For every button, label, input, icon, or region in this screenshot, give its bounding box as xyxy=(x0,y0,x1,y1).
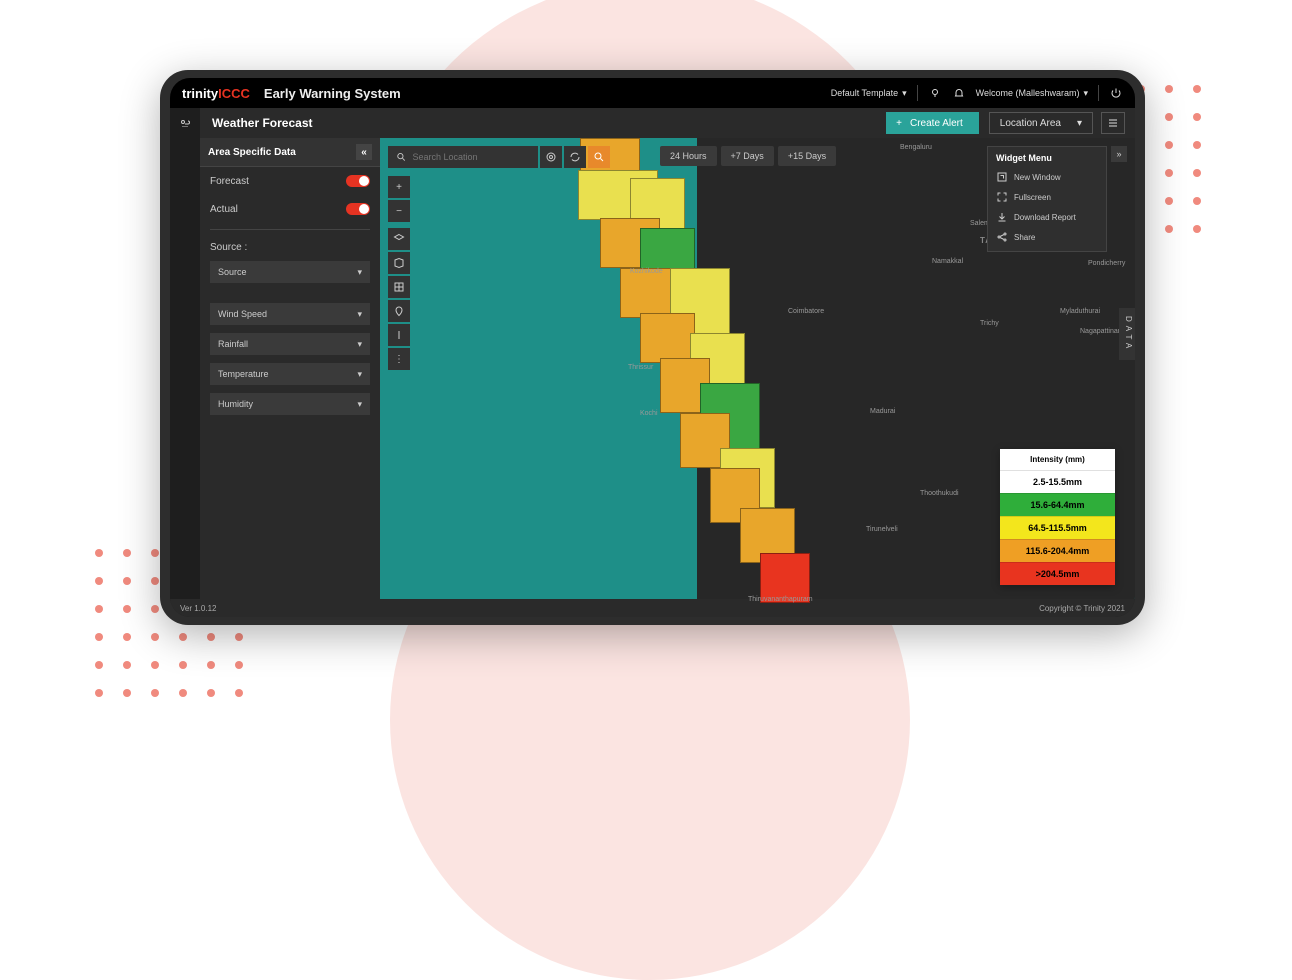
actual-toggle-row: Actual xyxy=(200,195,380,223)
city-label: Bengaluru xyxy=(900,144,932,151)
page-header: Weather Forecast + Create Alert Location… xyxy=(170,108,1135,138)
city-label: Namakkal xyxy=(932,258,963,265)
app-title: Early Warning System xyxy=(264,86,401,101)
copyright-label: Copyright © Trinity 2021 xyxy=(1039,604,1125,613)
version-label: Ver 1.0.12 xyxy=(180,604,216,613)
refresh-button[interactable] xyxy=(564,146,586,168)
rainfall-select[interactable]: Rainfall▾ xyxy=(210,333,370,355)
actual-toggle[interactable] xyxy=(346,203,370,215)
time-range-tabs: 24 Hours +7 Days +15 Days xyxy=(660,146,836,166)
map-tool-layers[interactable] xyxy=(388,228,410,250)
left-nav-rail xyxy=(170,138,200,599)
new-window-icon xyxy=(996,171,1008,183)
city-label: Thoothukudi xyxy=(920,490,959,497)
legend-row: 64.5-115.5mm xyxy=(1000,516,1115,539)
city-label: Tirunelveli xyxy=(866,526,898,533)
locate-button[interactable] xyxy=(540,146,562,168)
widget-menu-trigger[interactable]: » xyxy=(1111,146,1127,162)
footer: Ver 1.0.12 Copyright © Trinity 2021 xyxy=(170,599,1135,617)
power-icon[interactable] xyxy=(1109,86,1123,100)
sidebar-section-header: Area Specific Data « xyxy=(200,138,380,167)
forecast-toggle-row: Forecast xyxy=(200,167,380,195)
download-icon xyxy=(996,211,1008,223)
widget-menu-title: Widget Menu xyxy=(988,147,1106,167)
time-range-7d[interactable]: +7 Days xyxy=(721,146,774,166)
create-alert-button[interactable]: + Create Alert xyxy=(886,112,979,134)
humidity-select[interactable]: Humidity▾ xyxy=(210,393,370,415)
zoom-in-button[interactable]: + xyxy=(388,176,410,198)
bulb-icon[interactable] xyxy=(928,86,942,100)
city-label: Thiruvananthapuram xyxy=(748,596,813,603)
filter-button[interactable] xyxy=(588,146,610,168)
map-tool-pin[interactable] xyxy=(388,300,410,322)
map-canvas[interactable]: TAMIL NADU MysuruBengaluruTirupatturSale… xyxy=(380,138,1135,599)
time-range-24h[interactable]: 24 Hours xyxy=(660,146,717,166)
city-label: Pondicherry xyxy=(1088,260,1125,267)
legend-row: >204.5mm xyxy=(1000,562,1115,585)
nav-weather-icon[interactable] xyxy=(170,108,200,138)
map-tool-area[interactable] xyxy=(388,252,410,274)
user-menu[interactable]: Welcome (Malleshwaram)▾ xyxy=(976,88,1088,99)
time-range-15d[interactable]: +15 Days xyxy=(778,146,836,166)
location-area-dropdown[interactable]: Location Area▾ xyxy=(989,112,1093,134)
city-label: Thrissur xyxy=(628,364,653,371)
bell-icon[interactable] xyxy=(952,86,966,100)
widget-menu-fullscreen[interactable]: Fullscreen xyxy=(988,187,1106,207)
city-label: Kozhikode xyxy=(630,268,663,275)
widget-menu-download[interactable]: Download Report xyxy=(988,207,1106,227)
map-tool-measure[interactable] xyxy=(388,324,410,346)
legend-row: 2.5-15.5mm xyxy=(1000,470,1115,493)
temperature-select[interactable]: Temperature▾ xyxy=(210,363,370,385)
widget-menu-new-window[interactable]: New Window xyxy=(988,167,1106,187)
legend-row: 15.6-64.4mm xyxy=(1000,493,1115,516)
map-legend: Intensity (mm) 2.5-15.5mm15.6-64.4mm64.5… xyxy=(1000,449,1115,585)
source-select[interactable]: Source▾ xyxy=(210,261,370,283)
share-icon xyxy=(996,231,1008,243)
map-tool-more[interactable]: ⋮ xyxy=(388,348,410,370)
collapse-sidebar-button[interactable]: « xyxy=(356,144,372,160)
forecast-toggle[interactable] xyxy=(346,175,370,187)
device-frame: trinityICCC Early Warning System Default… xyxy=(160,70,1145,625)
city-label: Madurai xyxy=(870,408,895,415)
widget-menu: Widget Menu New Window Fullscreen Downlo… xyxy=(987,146,1107,252)
search-input[interactable] xyxy=(413,152,530,162)
wind-speed-select[interactable]: Wind Speed▾ xyxy=(210,303,370,325)
city-label: Kochi xyxy=(640,410,658,417)
search-icon xyxy=(396,151,407,163)
legend-row: 115.6-204.4mm xyxy=(1000,539,1115,562)
data-tab[interactable]: DATA xyxy=(1119,308,1135,360)
search-location[interactable] xyxy=(388,146,538,168)
titlebar: trinityICCC Early Warning System Default… xyxy=(170,78,1135,108)
list-view-button[interactable] xyxy=(1101,112,1125,134)
city-label: Trichy xyxy=(980,320,999,327)
map-tool-grid[interactable] xyxy=(388,276,410,298)
widget-menu-share[interactable]: Share xyxy=(988,227,1106,247)
city-label: Nagapattinam xyxy=(1080,328,1124,335)
city-label: Myladuthurai xyxy=(1060,308,1100,315)
zoom-out-button[interactable]: − xyxy=(388,200,410,222)
city-label: Coimbatore xyxy=(788,308,824,315)
fullscreen-icon xyxy=(996,191,1008,203)
source-label: Source : xyxy=(200,236,380,257)
page-title: Weather Forecast xyxy=(212,116,312,130)
legend-title: Intensity (mm) xyxy=(1000,449,1115,470)
sidebar: Area Specific Data « Forecast Actual Sou… xyxy=(200,138,380,599)
plus-icon: + xyxy=(896,118,902,129)
template-dropdown[interactable]: Default Template▾ xyxy=(831,88,907,99)
brand-logo: trinityICCC xyxy=(182,86,250,101)
